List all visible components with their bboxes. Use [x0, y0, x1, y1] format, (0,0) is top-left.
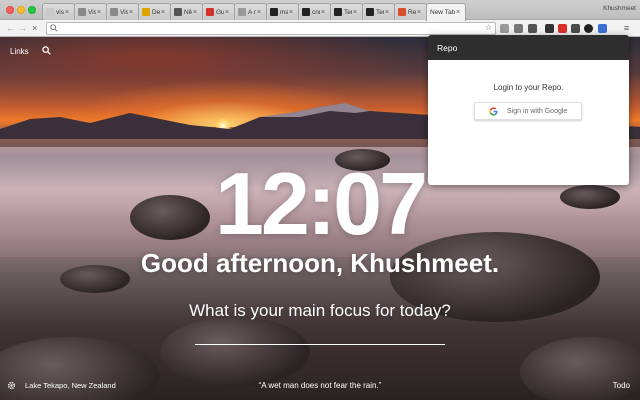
search-icon[interactable]: [42, 46, 51, 55]
tab-favicon-icon: [334, 8, 342, 16]
tab-close-icon[interactable]: ×: [353, 9, 359, 16]
browser-tab-strip: visio×Visu×Visu×Deep×Nikh×Guid×A ne×mari…: [0, 0, 640, 21]
browser-tab[interactable]: Visu×: [74, 3, 107, 20]
todo-button[interactable]: Todo: [613, 381, 630, 390]
tab-title: Visu: [88, 8, 96, 16]
tab-close-icon[interactable]: ×: [193, 9, 199, 16]
github-icon[interactable]: [584, 24, 593, 33]
popup-title: Repo: [428, 35, 629, 60]
extension-icon[interactable]: [514, 24, 523, 33]
menu-icon[interactable]: ≡: [622, 24, 631, 33]
tab-close-icon[interactable]: ×: [97, 9, 103, 16]
window-zoom-button[interactable]: [28, 6, 36, 14]
tab-close-icon[interactable]: ×: [321, 9, 327, 16]
tab-favicon-icon: [46, 8, 54, 16]
tab-favicon-icon: [270, 8, 278, 16]
google-button-label: Sign in with Google: [507, 107, 568, 115]
extension-icon[interactable]: [500, 24, 509, 33]
window-minimize-button[interactable]: [17, 6, 25, 14]
tab-title: mari: [280, 8, 288, 16]
tab-title: Visu: [120, 8, 128, 16]
tab-favicon-icon: [110, 8, 118, 16]
greeting: Good afternoon, Khushmeet.: [140, 248, 500, 278]
focus-input[interactable]: [195, 344, 445, 345]
browser-tab[interactable]: Tens×: [362, 3, 395, 20]
forward-arrow-icon[interactable]: →: [18, 23, 27, 33]
browser-tab[interactable]: Deep×: [138, 3, 171, 20]
tab-title: Nikh: [184, 8, 192, 16]
tab-favicon-icon: [174, 8, 182, 16]
profile-name[interactable]: Khushmeet: [603, 5, 636, 12]
tab-title: A ne: [248, 8, 256, 16]
bookmark-star-icon[interactable]: ☆: [485, 23, 492, 32]
tab-favicon-icon: [238, 8, 246, 16]
tab-favicon-icon: [302, 8, 310, 16]
tab-title: cnn: [312, 8, 320, 16]
browser-tab[interactable]: Guid×: [202, 3, 235, 20]
google-sign-in-button[interactable]: Sign in with Google: [474, 102, 582, 120]
tab-close-icon[interactable]: ×: [289, 9, 295, 16]
rock: [160, 317, 310, 387]
extension-icon[interactable]: [558, 24, 567, 33]
google-logo-icon: [489, 106, 498, 116]
browser-tab[interactable]: mari×: [266, 3, 299, 20]
browser-tab[interactable]: Repo×: [394, 3, 427, 20]
links-button[interactable]: Links: [10, 47, 29, 56]
browser-tab[interactable]: visio×: [42, 3, 75, 20]
tab-title: Tens: [344, 8, 352, 16]
tab-active[interactable]: New Tab ×: [426, 3, 466, 21]
extension-icon[interactable]: [598, 24, 607, 33]
tab-favicon-icon: [206, 8, 214, 16]
address-input[interactable]: [61, 24, 481, 34]
browser-tab[interactable]: Tens×: [330, 3, 363, 20]
browser-tab[interactable]: Nikh×: [170, 3, 203, 20]
tab-title: visio: [56, 8, 64, 16]
tab-close-icon[interactable]: ×: [417, 9, 423, 16]
search-icon: [50, 24, 58, 32]
tab-close-icon[interactable]: ×: [456, 9, 462, 16]
repo-extension-popup: Repo Login to your Repo. Sign in with Go…: [428, 35, 629, 185]
tab-title: Deep: [152, 8, 160, 16]
tab-favicon-icon: [78, 8, 86, 16]
window-close-button[interactable]: [6, 6, 14, 14]
extension-icon[interactable]: [528, 24, 537, 33]
browser-tab[interactable]: Visu×: [106, 3, 139, 20]
browser-tab[interactable]: cnn×: [298, 3, 331, 20]
tab-favicon-icon: [366, 8, 374, 16]
rock: [520, 337, 640, 400]
tab-close-icon[interactable]: ×: [257, 9, 263, 16]
tab-close-icon[interactable]: ×: [65, 9, 71, 16]
tab-favicon-icon: [142, 8, 150, 16]
back-arrow-icon[interactable]: ←: [6, 23, 15, 33]
extension-icon[interactable]: [545, 24, 554, 33]
tab-title: Repo: [408, 8, 416, 16]
tab-close-icon[interactable]: ×: [129, 9, 135, 16]
rock: [0, 337, 160, 400]
browser-tab[interactable]: A ne×: [234, 3, 267, 20]
tab-title: Guid: [216, 8, 224, 16]
tab-close-icon[interactable]: ×: [385, 9, 391, 16]
close-icon[interactable]: ×: [32, 23, 37, 33]
tab-close-icon[interactable]: ×: [225, 9, 231, 16]
focus-question: What is your main focus for today?: [189, 301, 451, 320]
extension-icon[interactable]: [571, 24, 580, 33]
tab-favicon-icon: [398, 8, 406, 16]
tab-close-icon[interactable]: ×: [161, 9, 167, 16]
quote: “A wet man does not fear the rain.”: [258, 381, 382, 390]
tab-title: New Tab: [430, 9, 455, 16]
login-prompt: Login to your Repo.: [493, 83, 564, 92]
tab-title: Tens: [376, 8, 384, 16]
address-bar[interactable]: ☆: [46, 22, 496, 35]
